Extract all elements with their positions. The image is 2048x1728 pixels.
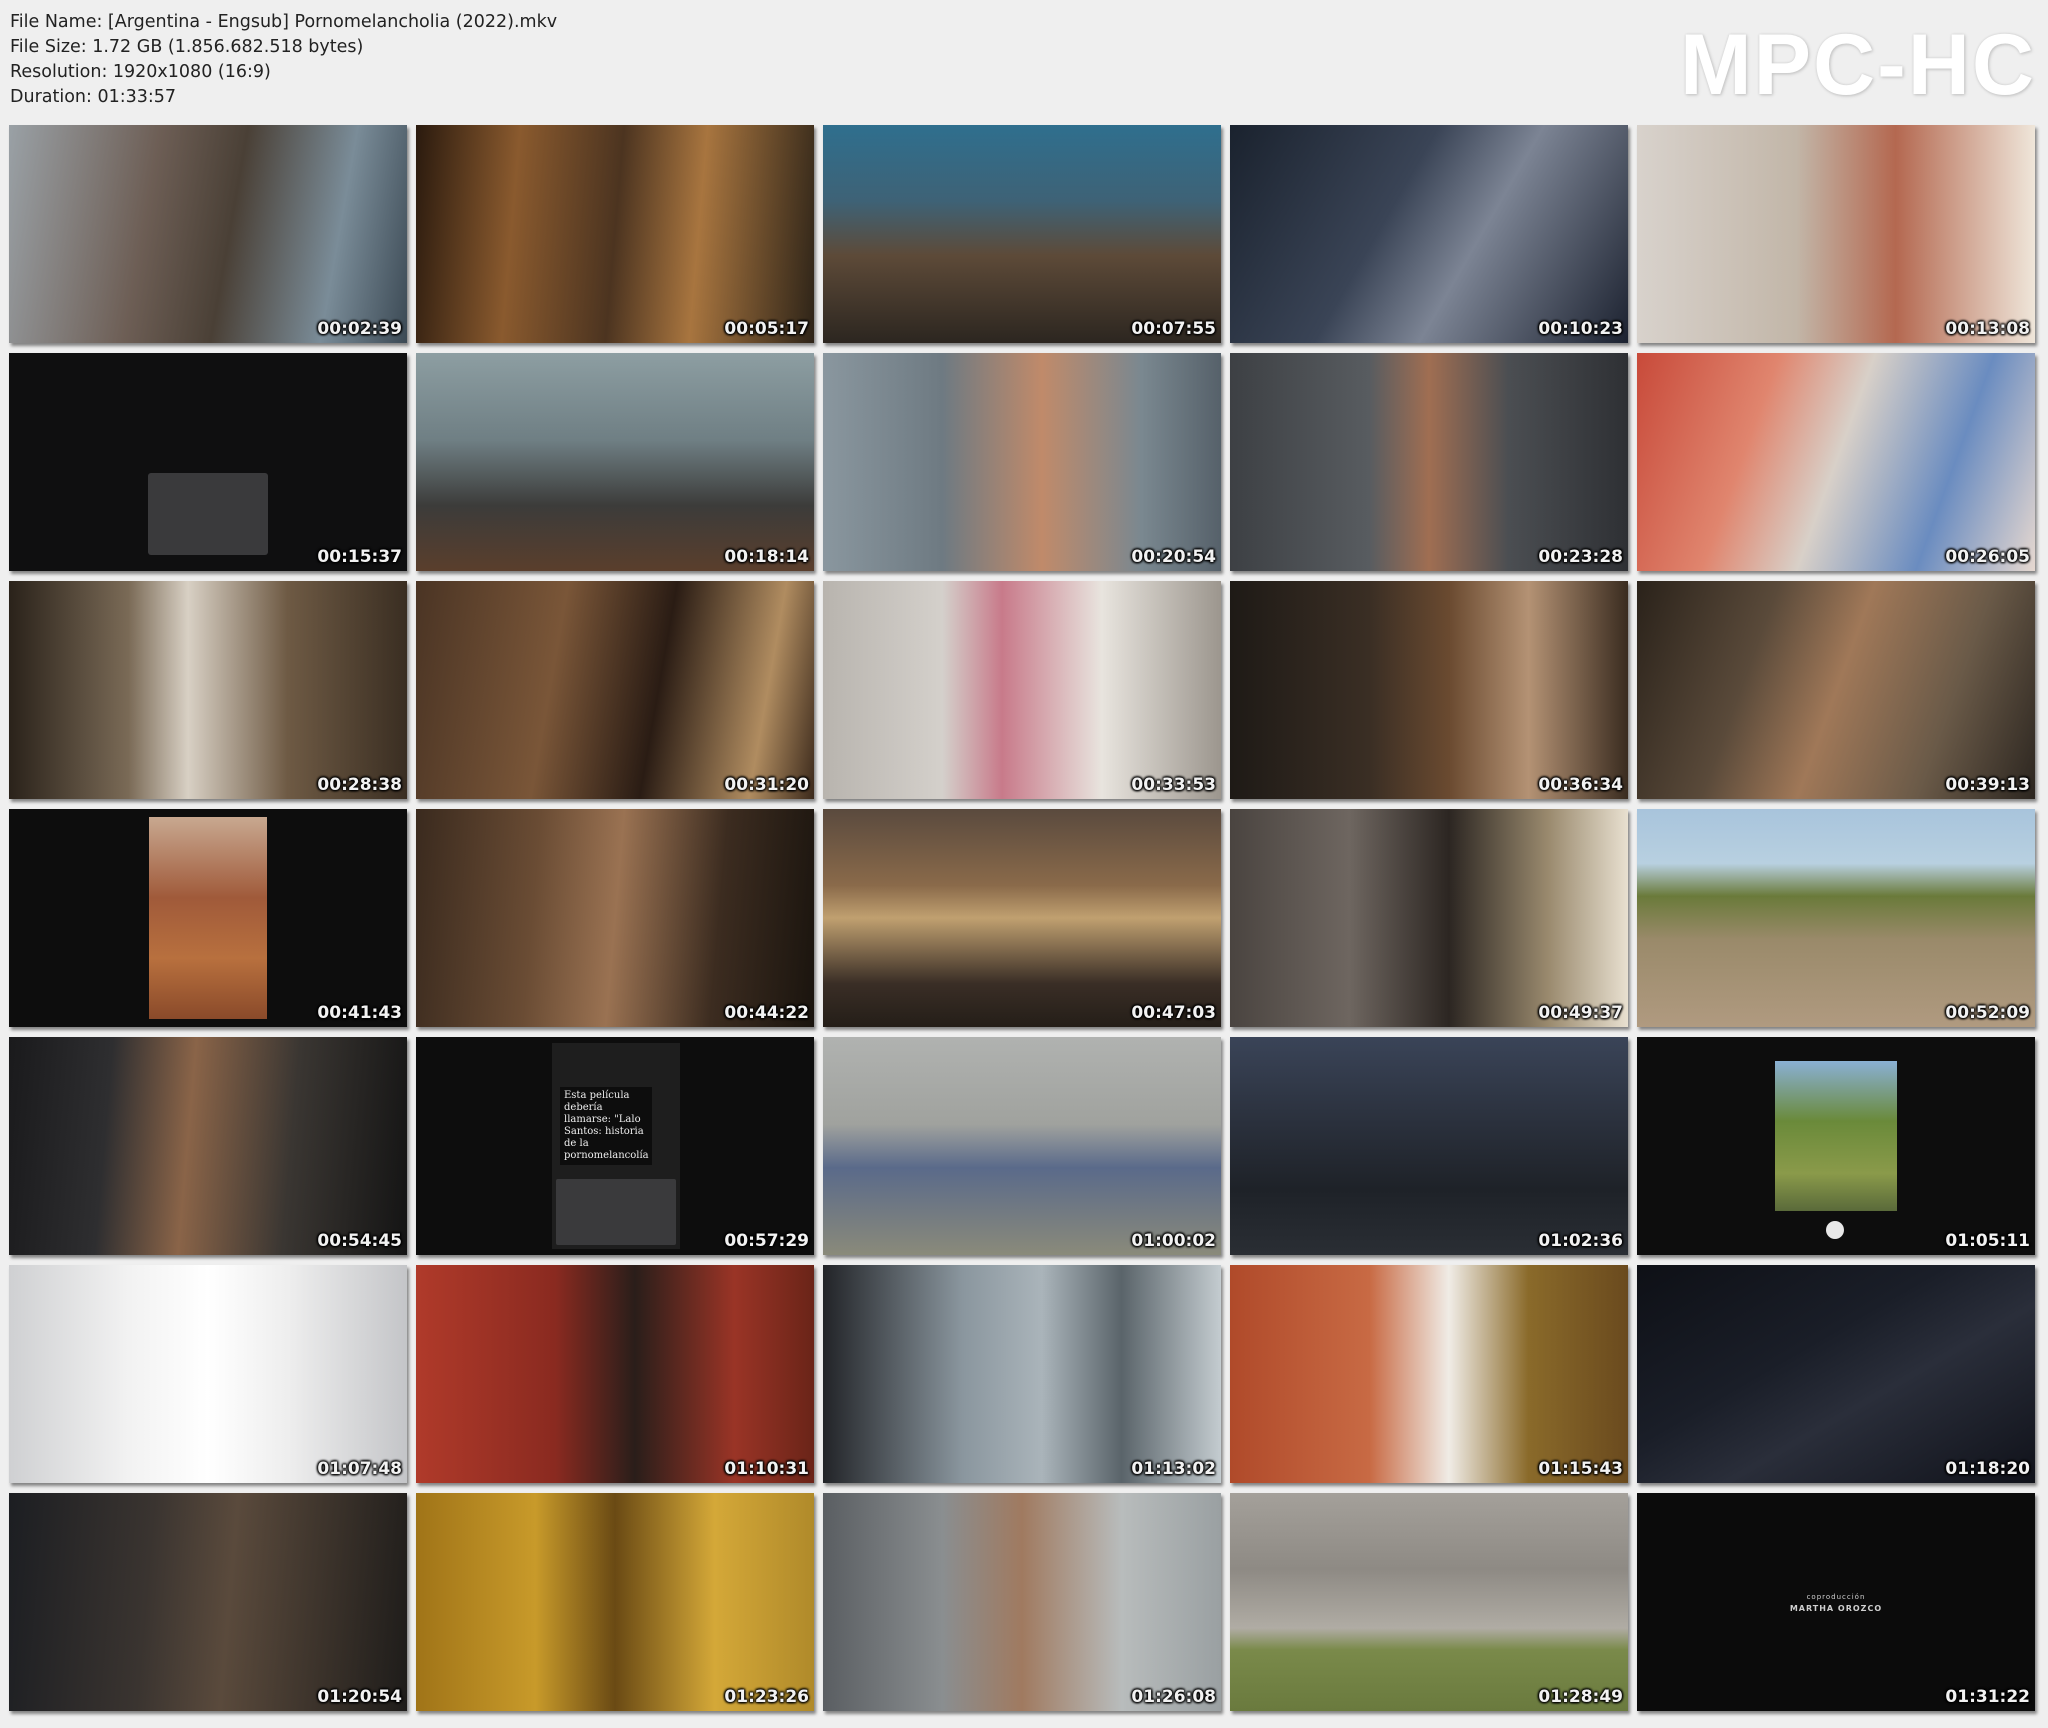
phone-keyboard-graphic bbox=[148, 473, 268, 555]
camera-viewfinder bbox=[1775, 1061, 1897, 1211]
timestamp-label: 00:52:09 bbox=[1945, 1003, 2030, 1023]
timestamp-label: 01:07:48 bbox=[317, 1459, 402, 1479]
thumbnail-frame: 01:02:36 bbox=[1230, 1037, 1628, 1255]
thumbnail-grid: 00:02:39 00:05:17 00:07:55 00:10:23 00:13:08… bbox=[9, 125, 2035, 1711]
thumbnail-frame: 00:36:34 bbox=[1230, 581, 1628, 799]
timestamp-label: 00:33:53 bbox=[1131, 775, 1216, 795]
timestamp-label: 00:49:37 bbox=[1538, 1003, 1623, 1023]
timestamp-label: 01:13:02 bbox=[1131, 1459, 1216, 1479]
timestamp-label: 00:47:03 bbox=[1131, 1003, 1216, 1023]
thumbnail-frame: coproducción MARTHA OROZCO 01:31:22 bbox=[1637, 1493, 2035, 1711]
thumbnail-frame: 00:07:55 bbox=[823, 125, 1221, 343]
thumbnail-frame: 00:02:39 bbox=[9, 125, 407, 343]
timestamp-label: 01:20:54 bbox=[317, 1687, 402, 1707]
thumbnail-frame: 01:20:54 bbox=[9, 1493, 407, 1711]
timestamp-label: 01:00:02 bbox=[1131, 1231, 1216, 1251]
timestamp-label: 01:10:31 bbox=[724, 1459, 809, 1479]
thumbnail-frame: Esta película debería llamarse: "Lalo Sa… bbox=[416, 1037, 814, 1255]
thumbnail-frame: 00:13:08 bbox=[1637, 125, 2035, 343]
thumbnail-frame: 00:54:45 bbox=[9, 1037, 407, 1255]
file-name: File Name: [Argentina - Engsub] Pornomel… bbox=[10, 12, 558, 32]
timestamp-label: 00:23:28 bbox=[1538, 547, 1623, 567]
thumbnail-frame: 00:31:20 bbox=[416, 581, 814, 799]
timestamp-label: 00:54:45 bbox=[317, 1231, 402, 1251]
thumbnail-frame: 00:26:05 bbox=[1637, 353, 2035, 571]
caption-overlay: Esta película debería llamarse: "Lalo Sa… bbox=[560, 1087, 652, 1165]
timestamp-label: 00:18:14 bbox=[724, 547, 809, 567]
file-size: File Size: 1.72 GB (1.856.682.518 bytes) bbox=[10, 37, 364, 57]
thumbnail-frame: 01:15:43 bbox=[1230, 1265, 1628, 1483]
phone-screen: Esta película debería llamarse: "Lalo Sa… bbox=[552, 1043, 680, 1249]
timestamp-label: 00:13:08 bbox=[1945, 319, 2030, 339]
thumbnail-frame: 00:49:37 bbox=[1230, 809, 1628, 1027]
timestamp-label: 00:15:37 bbox=[317, 547, 402, 567]
timestamp-label: 00:44:22 bbox=[724, 1003, 809, 1023]
timestamp-label: 00:36:34 bbox=[1538, 775, 1623, 795]
thumbnail-frame: 00:28:38 bbox=[9, 581, 407, 799]
thumbnail-frame: 01:26:08 bbox=[823, 1493, 1221, 1711]
thumbnail-frame: 01:07:48 bbox=[9, 1265, 407, 1483]
timestamp-label: 00:39:13 bbox=[1945, 775, 2030, 795]
duration: Duration: 01:33:57 bbox=[10, 87, 177, 107]
thumbnail-frame: 00:20:54 bbox=[823, 353, 1221, 571]
thumbnail-frame: 01:28:49 bbox=[1230, 1493, 1628, 1711]
timestamp-label: 00:10:23 bbox=[1538, 319, 1623, 339]
thumbnail-frame: 01:23:26 bbox=[416, 1493, 814, 1711]
timestamp-label: 00:31:20 bbox=[724, 775, 809, 795]
thumbnail-frame: 01:05:11 bbox=[1637, 1037, 2035, 1255]
thumbnail-frame: 00:18:14 bbox=[416, 353, 814, 571]
timestamp-label: 00:07:55 bbox=[1131, 319, 1216, 339]
thumbnail-frame: 00:23:28 bbox=[1230, 353, 1628, 571]
timestamp-label: 00:26:05 bbox=[1945, 547, 2030, 567]
timestamp-label: 00:41:43 bbox=[317, 1003, 402, 1023]
timestamp-label: 01:31:22 bbox=[1945, 1687, 2030, 1707]
timestamp-label: 00:28:38 bbox=[317, 775, 402, 795]
thumbnail-frame: 01:13:02 bbox=[823, 1265, 1221, 1483]
thumbnail-frame: 00:05:17 bbox=[416, 125, 814, 343]
thumbnail-frame: 01:10:31 bbox=[416, 1265, 814, 1483]
timestamp-label: 01:23:26 bbox=[724, 1687, 809, 1707]
thumbnail-frame: 00:10:23 bbox=[1230, 125, 1628, 343]
timestamp-label: 01:02:36 bbox=[1538, 1231, 1623, 1251]
credit-role: coproducción bbox=[1806, 1593, 1866, 1602]
timestamp-label: 00:05:17 bbox=[724, 319, 809, 339]
vertical-video-frame bbox=[149, 817, 267, 1019]
timestamp-label: 01:26:08 bbox=[1131, 1687, 1216, 1707]
shutter-button-graphic bbox=[1826, 1221, 1844, 1239]
resolution: Resolution: 1920x1080 (16:9) bbox=[10, 62, 271, 82]
thumbnail-frame: 00:52:09 bbox=[1637, 809, 2035, 1027]
credit-name: MARTHA OROZCO bbox=[1789, 1604, 1883, 1614]
timestamp-label: 00:57:29 bbox=[724, 1231, 809, 1251]
timestamp-label: 01:28:49 bbox=[1538, 1687, 1623, 1707]
mpc-hc-logo: MPC-HC bbox=[1680, 17, 2036, 113]
thumbnail-frame: 00:44:22 bbox=[416, 809, 814, 1027]
thumbnail-frame: 00:41:43 bbox=[9, 809, 407, 1027]
timestamp-label: 00:20:54 bbox=[1131, 547, 1216, 567]
thumbnail-frame: 00:47:03 bbox=[823, 809, 1221, 1027]
credit-text: coproducción MARTHA OROZCO bbox=[1637, 1593, 2035, 1613]
thumbnail-frame: 01:18:20 bbox=[1637, 1265, 2035, 1483]
timestamp-label: 01:05:11 bbox=[1945, 1231, 2030, 1251]
thumbnail-frame: 00:15:37 bbox=[9, 353, 407, 571]
thumbnail-frame: 01:00:02 bbox=[823, 1037, 1221, 1255]
thumbnail-frame: 00:33:53 bbox=[823, 581, 1221, 799]
thumbnail-frame: 00:39:13 bbox=[1637, 581, 2035, 799]
timestamp-label: 00:02:39 bbox=[317, 319, 402, 339]
timestamp-label: 01:15:43 bbox=[1538, 1459, 1623, 1479]
file-info: File Name: [Argentina - Engsub] Pornomel… bbox=[10, 10, 557, 110]
phone-keyboard-graphic bbox=[556, 1179, 676, 1245]
timestamp-label: 01:18:20 bbox=[1945, 1459, 2030, 1479]
